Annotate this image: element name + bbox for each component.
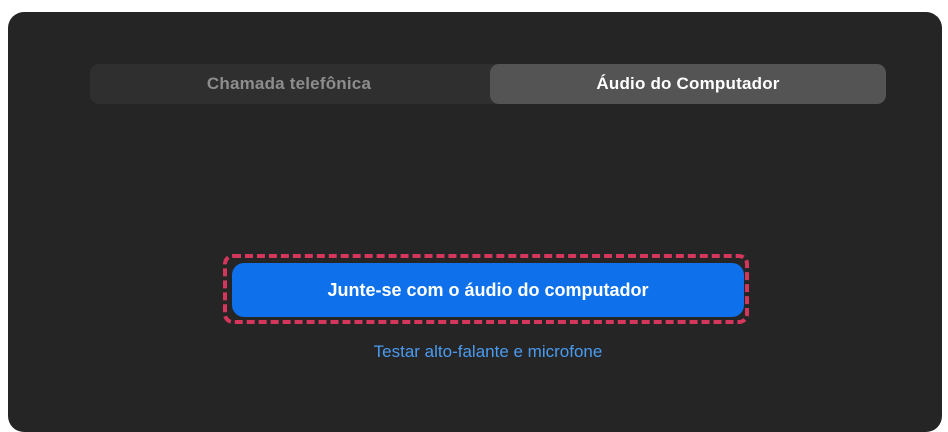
join-computer-audio-button[interactable]: Junte-se com o áudio do computador <box>232 263 744 317</box>
tab-computer-audio[interactable]: Áudio do Computador <box>490 64 886 104</box>
test-speaker-microphone-link[interactable]: Testar alto-falante e microfone <box>232 342 744 362</box>
join-computer-audio-button-label: Junte-se com o áudio do computador <box>327 279 649 300</box>
tab-computer-audio-label: Áudio do Computador <box>596 74 780 93</box>
audio-mode-segmented-control: Chamada telefônica Áudio do Computador <box>90 64 886 104</box>
audio-dialog: Chamada telefônica Áudio do Computador J… <box>8 12 942 432</box>
tab-phone-call-label: Chamada telefônica <box>206 74 372 93</box>
tab-phone-call[interactable]: Chamada telefônica <box>90 64 488 104</box>
